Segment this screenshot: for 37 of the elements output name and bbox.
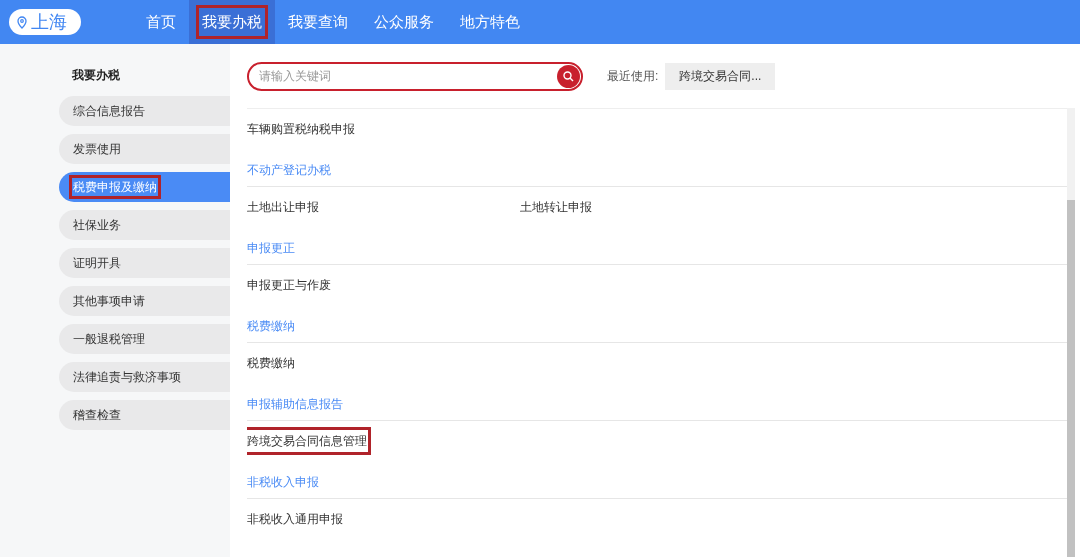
sidebar-item[interactable]: 一般退税管理 bbox=[59, 324, 230, 354]
scrollbar[interactable] bbox=[1067, 108, 1075, 557]
sidebar-item[interactable]: 综合信息报告 bbox=[59, 96, 230, 126]
sidebar-item[interactable]: 法律追责与救济事项 bbox=[59, 362, 230, 392]
search-input[interactable]: 请输入关键词 bbox=[259, 67, 557, 85]
sidebar-title: 我要办税 bbox=[72, 67, 121, 84]
section-heading: 税费缴纳 bbox=[247, 318, 295, 335]
sidebar-item[interactable]: 发票使用 bbox=[59, 134, 230, 164]
nav-tab[interactable]: 公众服务 bbox=[361, 0, 447, 44]
section-heading: 申报更正 bbox=[247, 240, 295, 257]
sidebar-item[interactable]: 社保业务 bbox=[59, 210, 230, 240]
section-heading: 申报辅助信息报告 bbox=[247, 396, 343, 413]
sidebar-item[interactable]: 其他事项申请 bbox=[59, 286, 230, 316]
service-link[interactable]: 申报更正与作废 bbox=[247, 271, 335, 299]
sidebar-item[interactable]: 证明开具 bbox=[59, 248, 230, 278]
sidebar-item[interactable]: 稽查检查 bbox=[59, 400, 230, 430]
section-heading: 非税收入申报 bbox=[247, 474, 319, 491]
section-heading: 不动产登记办税 bbox=[247, 162, 331, 179]
search-button[interactable] bbox=[557, 64, 580, 88]
nav-tab[interactable]: 地方特色 bbox=[447, 0, 533, 44]
location-pill[interactable]: 上海 bbox=[9, 9, 81, 35]
service-link[interactable]: 税费缴纳 bbox=[247, 349, 299, 377]
nav-tab[interactable]: 首页 bbox=[133, 0, 189, 44]
scrollbar-thumb[interactable] bbox=[1067, 200, 1075, 557]
recent-label: 最近使用: bbox=[607, 68, 659, 85]
service-link[interactable]: 车辆购置税纳税申报 bbox=[247, 115, 359, 143]
search-icon bbox=[563, 70, 574, 82]
location-pin-icon bbox=[17, 15, 27, 29]
service-link[interactable]: 土地转让申报 bbox=[516, 193, 597, 221]
search-field[interactable]: 请输入关键词 bbox=[247, 61, 583, 91]
nav-tab[interactable]: 我要办税 bbox=[189, 0, 275, 44]
service-link[interactable]: 土地出让申报 bbox=[247, 193, 323, 221]
service-link[interactable]: 跨境交易合同信息管理 bbox=[247, 427, 371, 455]
location-label: 上海 bbox=[31, 10, 67, 34]
nav-tab[interactable]: 我要查询 bbox=[275, 0, 361, 44]
recent-chip[interactable]: 跨境交易合同... bbox=[665, 62, 776, 90]
service-link[interactable]: 非税收入通用申报 bbox=[247, 505, 347, 533]
